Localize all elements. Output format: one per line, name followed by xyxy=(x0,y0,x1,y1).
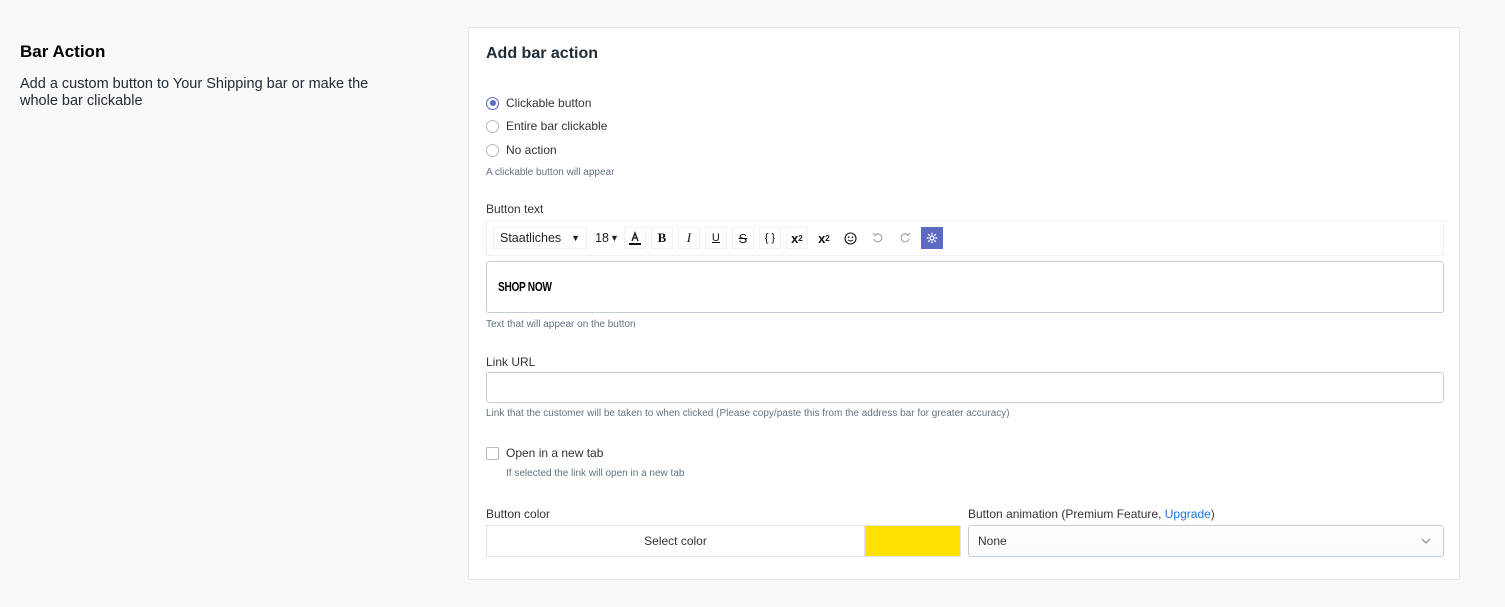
radio-help-text: A clickable button will appear xyxy=(486,167,615,178)
code-icon[interactable]: { } xyxy=(758,227,781,249)
button-color-picker: Select color xyxy=(486,525,961,557)
radio-indicator[interactable] xyxy=(486,143,499,157)
radio-label: No action xyxy=(506,143,557,157)
open-new-tab-label: Open in a new tab xyxy=(506,446,604,460)
button-text-editor[interactable]: SHOP NOW xyxy=(486,261,1444,313)
open-new-tab-checkbox[interactable] xyxy=(486,446,499,460)
emoji-icon[interactable] xyxy=(839,227,862,249)
animation-label-suffix: ) xyxy=(1210,507,1215,521)
chevron-down-icon xyxy=(1421,538,1431,544)
redo-icon[interactable] xyxy=(893,227,916,249)
radio-indicator[interactable] xyxy=(486,119,499,133)
upgrade-link[interactable]: Upgrade xyxy=(1165,507,1211,521)
section-description-panel: Bar Action Add a custom button to Your S… xyxy=(20,42,380,110)
subscript-icon[interactable]: x2 xyxy=(812,227,835,249)
button-animation-label: Button animation (Premium Feature, Upgra… xyxy=(968,507,1215,521)
undo-icon[interactable] xyxy=(866,227,889,249)
link-url-input[interactable] xyxy=(486,372,1444,403)
settings-icon[interactable] xyxy=(920,227,943,249)
font-family-select[interactable]: Staatliches ▼ xyxy=(493,227,588,249)
animation-label-prefix: Button animation (Premium Feature, xyxy=(968,507,1165,521)
button-animation-select[interactable]: None xyxy=(968,525,1444,557)
open-new-tab-help: If selected the link will open in a new … xyxy=(506,468,685,479)
rich-text-toolbar: Staatliches ▼ 18 ▼ B I U S { } x2 x2 xyxy=(486,220,1444,256)
font-family-value: Staatliches xyxy=(500,231,562,245)
section-title: Bar Action xyxy=(20,42,106,61)
underline-icon[interactable]: U xyxy=(704,227,727,249)
radio-no-action[interactable]: No action xyxy=(486,143,557,157)
radio-label: Entire bar clickable xyxy=(506,119,608,133)
font-size-select[interactable]: 18 ▼ xyxy=(593,227,621,249)
bar-action-card: Add bar action Clickable button Entire b… xyxy=(468,27,1460,580)
caret-down-icon: ▼ xyxy=(571,233,581,243)
card-title: Add bar action xyxy=(486,45,599,62)
button-text-help: Text that will appear on the button xyxy=(486,319,636,330)
bold-icon[interactable]: B xyxy=(650,227,673,249)
font-color-icon[interactable] xyxy=(623,227,646,249)
link-url-help: Link that the customer will be taken to … xyxy=(486,408,1010,419)
link-url-label: Link URL xyxy=(486,355,536,369)
button-text-label: Button text xyxy=(486,202,544,216)
open-new-tab-option[interactable]: Open in a new tab xyxy=(486,446,603,460)
section-description: Add a custom button to Your Shipping bar… xyxy=(20,76,369,109)
radio-entire-bar-clickable[interactable]: Entire bar clickable xyxy=(486,119,607,133)
color-swatch[interactable] xyxy=(865,526,960,556)
radio-clickable-button[interactable]: Clickable button xyxy=(486,96,591,110)
caret-down-icon: ▼ xyxy=(609,233,619,243)
superscript-icon[interactable]: x2 xyxy=(785,227,808,249)
button-color-label: Button color xyxy=(486,507,551,521)
font-size-value: 18 xyxy=(595,231,609,245)
animation-selected-value: None xyxy=(978,534,1007,548)
select-color-button[interactable]: Select color xyxy=(487,526,865,556)
radio-label: Clickable button xyxy=(506,96,592,110)
strikethrough-icon[interactable]: S xyxy=(731,227,754,249)
button-text-value: SHOP NOW xyxy=(498,279,552,294)
italic-icon[interactable]: I xyxy=(677,227,700,249)
radio-indicator-checked[interactable] xyxy=(486,96,499,110)
